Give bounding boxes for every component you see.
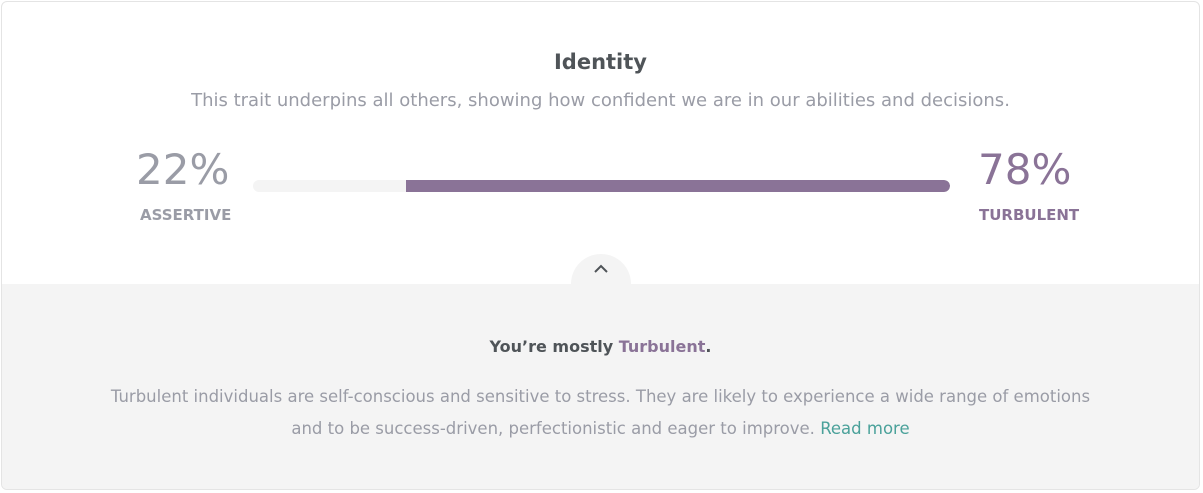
trait-subtitle: This trait underpins all others, showing… <box>191 90 1010 111</box>
chevron-up-icon <box>594 264 608 273</box>
trait-title: Identity <box>553 50 647 74</box>
description-line: Turbulent individuals are self-conscious… <box>110 387 1091 406</box>
summary-suffix: . <box>705 337 712 356</box>
turbulent-percent: 78% <box>978 145 1072 194</box>
read-more-link[interactable]: Read more <box>820 419 909 438</box>
trait-score-fill <box>406 180 950 192</box>
turbulent-label: TURBULENT <box>979 206 1080 224</box>
assertive-label: ASSERTIVE <box>140 206 232 224</box>
summary-description: Turbulent individuals are self-conscious… <box>2 381 1199 445</box>
trait-card: Identity This trait underpins all others… <box>1 1 1200 490</box>
trait-score-bar <box>253 180 950 192</box>
summary-prefix: You’re mostly <box>489 337 619 356</box>
collapse-button[interactable] <box>571 254 631 314</box>
description-line: and to be success-driven, perfectionisti… <box>291 419 821 438</box>
summary-panel: You’re mostly Turbulent. Turbulent indiv… <box>2 284 1199 489</box>
assertive-percent: 22% <box>136 145 230 194</box>
summary-heading: You’re mostly Turbulent. <box>2 337 1199 356</box>
summary-trait: Turbulent <box>618 337 706 356</box>
